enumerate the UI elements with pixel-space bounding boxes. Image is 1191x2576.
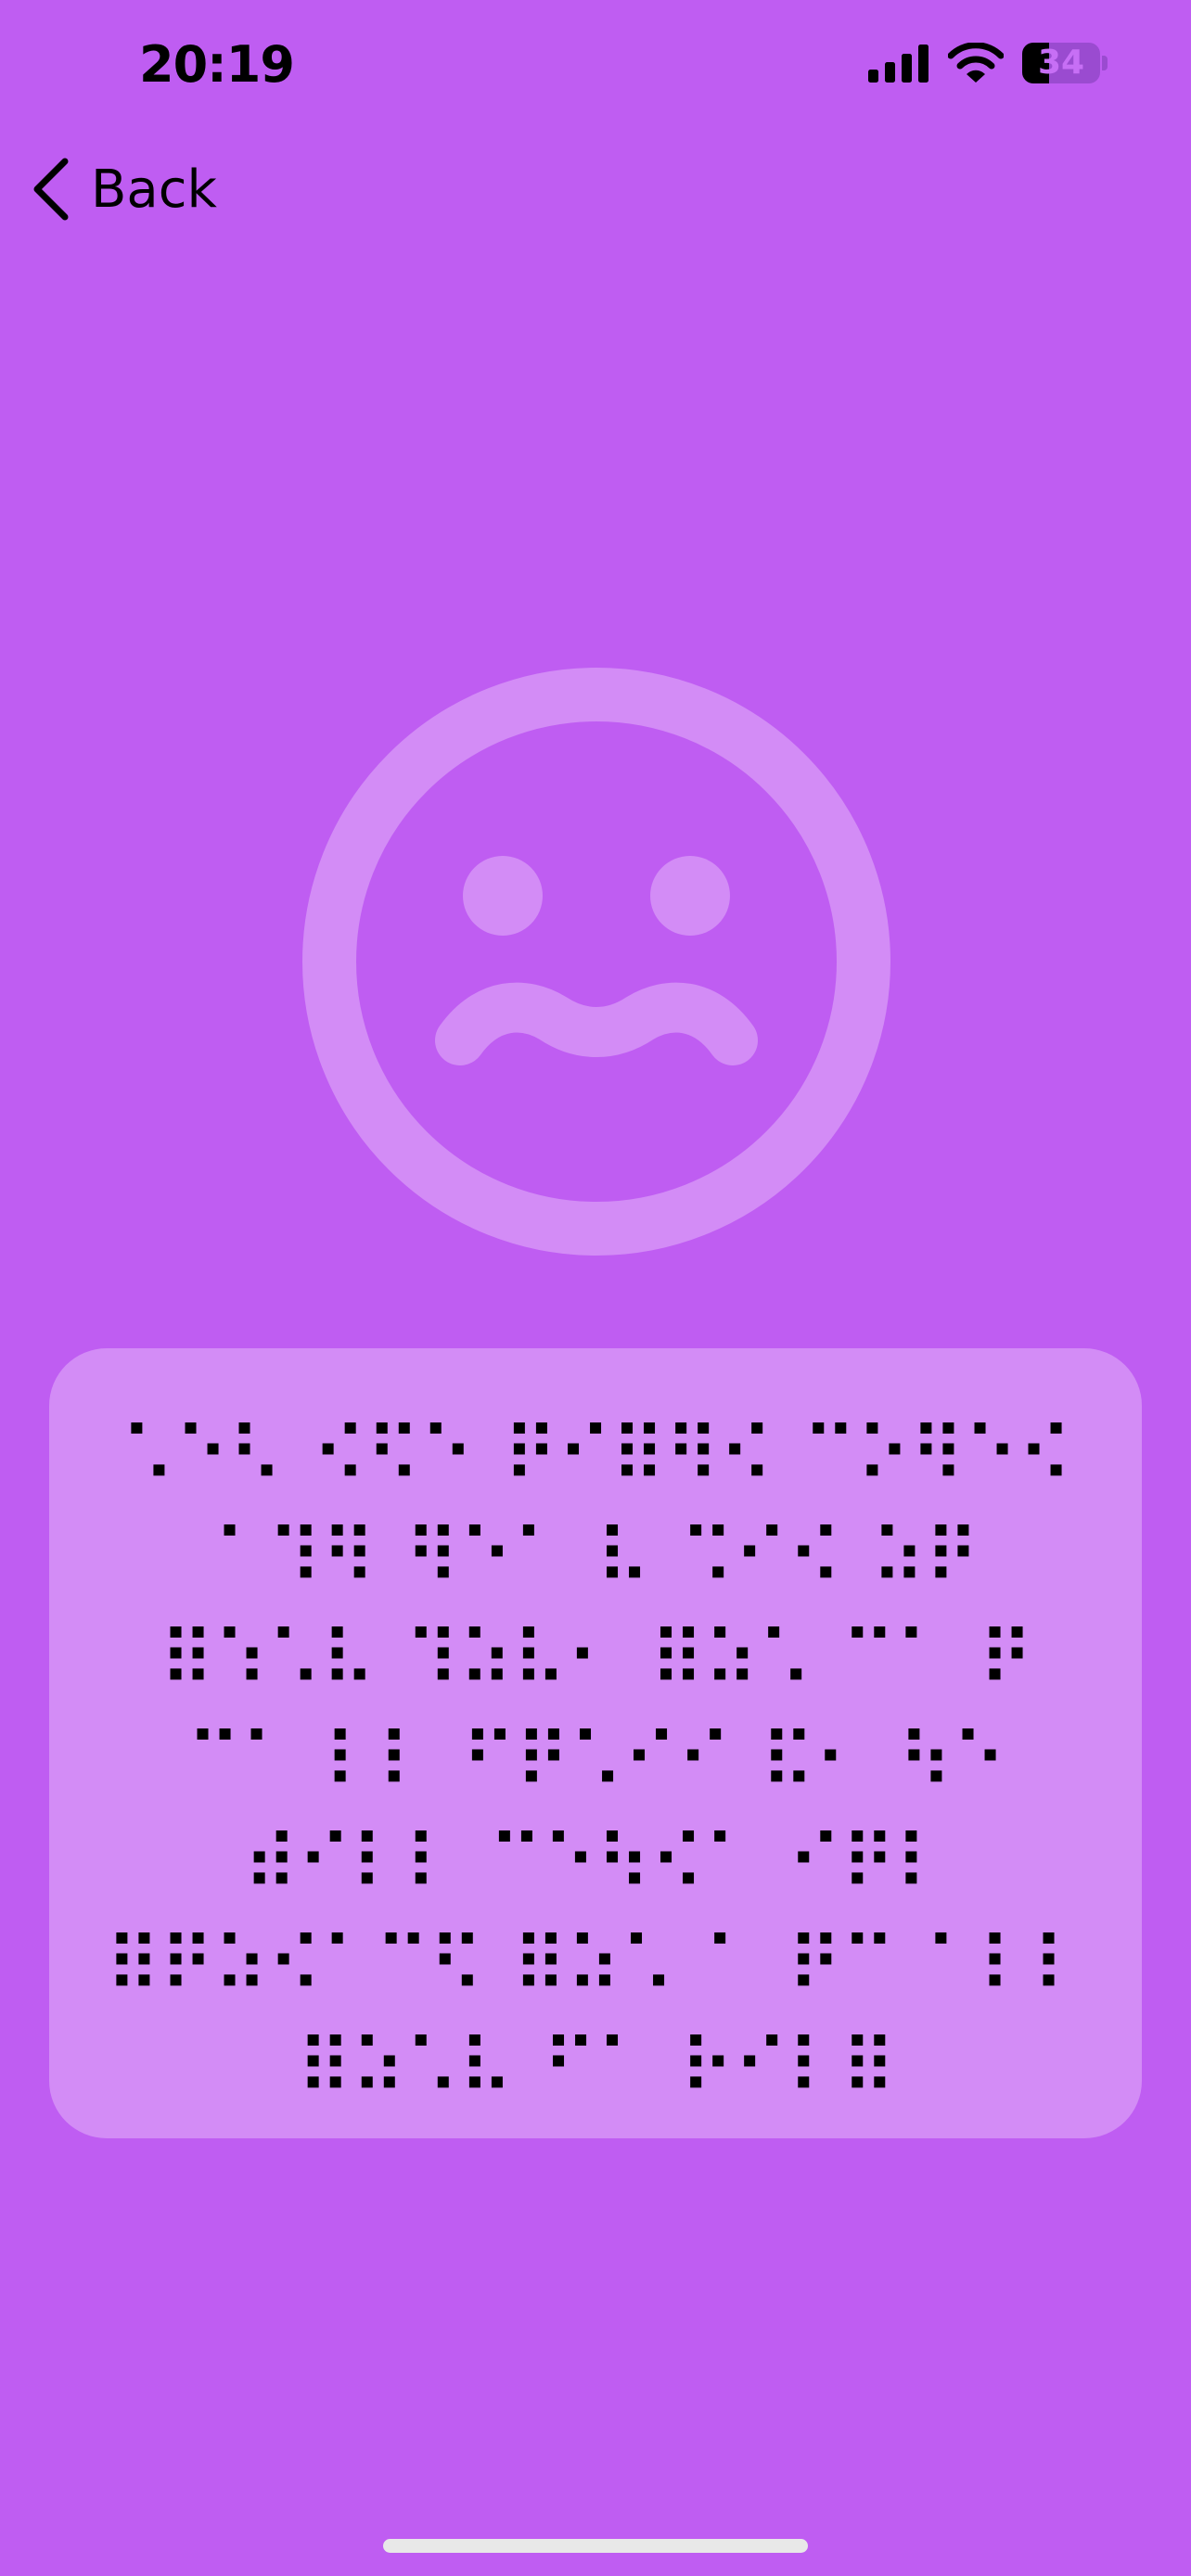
- message-card: ⠡⠑⠣ ⠪⠫⠑ ⠟⠊⠿⠻⠪ ⠉⠕⠻⠑⠪ ⠁⠹⠻ ⠻⠑⠁ ⠧ ⠩⠊⠪ ⠵⠟ ⠿⠱⠡…: [49, 1348, 1142, 2138]
- cellular-signal-icon: [868, 45, 928, 83]
- status-time: 20:19: [139, 35, 295, 94]
- chevron-left-icon: [33, 158, 69, 221]
- status-bar: 20:19 34: [0, 0, 1191, 139]
- braille-message: ⠡⠑⠣ ⠪⠫⠑ ⠟⠊⠿⠻⠪ ⠉⠕⠻⠑⠪ ⠁⠹⠻ ⠻⠑⠁ ⠧ ⠩⠊⠪ ⠵⠟ ⠿⠱⠡…: [105, 1412, 1087, 2112]
- worried-face-icon: [302, 668, 890, 1256]
- status-icons: 34: [868, 43, 1108, 83]
- back-label: Back: [91, 159, 217, 220]
- home-indicator[interactable]: [383, 2539, 808, 2553]
- back-button[interactable]: Back: [32, 152, 217, 226]
- battery-icon: 34: [1022, 43, 1108, 83]
- wifi-icon: [948, 43, 1004, 83]
- battery-percent: 34: [1037, 44, 1085, 82]
